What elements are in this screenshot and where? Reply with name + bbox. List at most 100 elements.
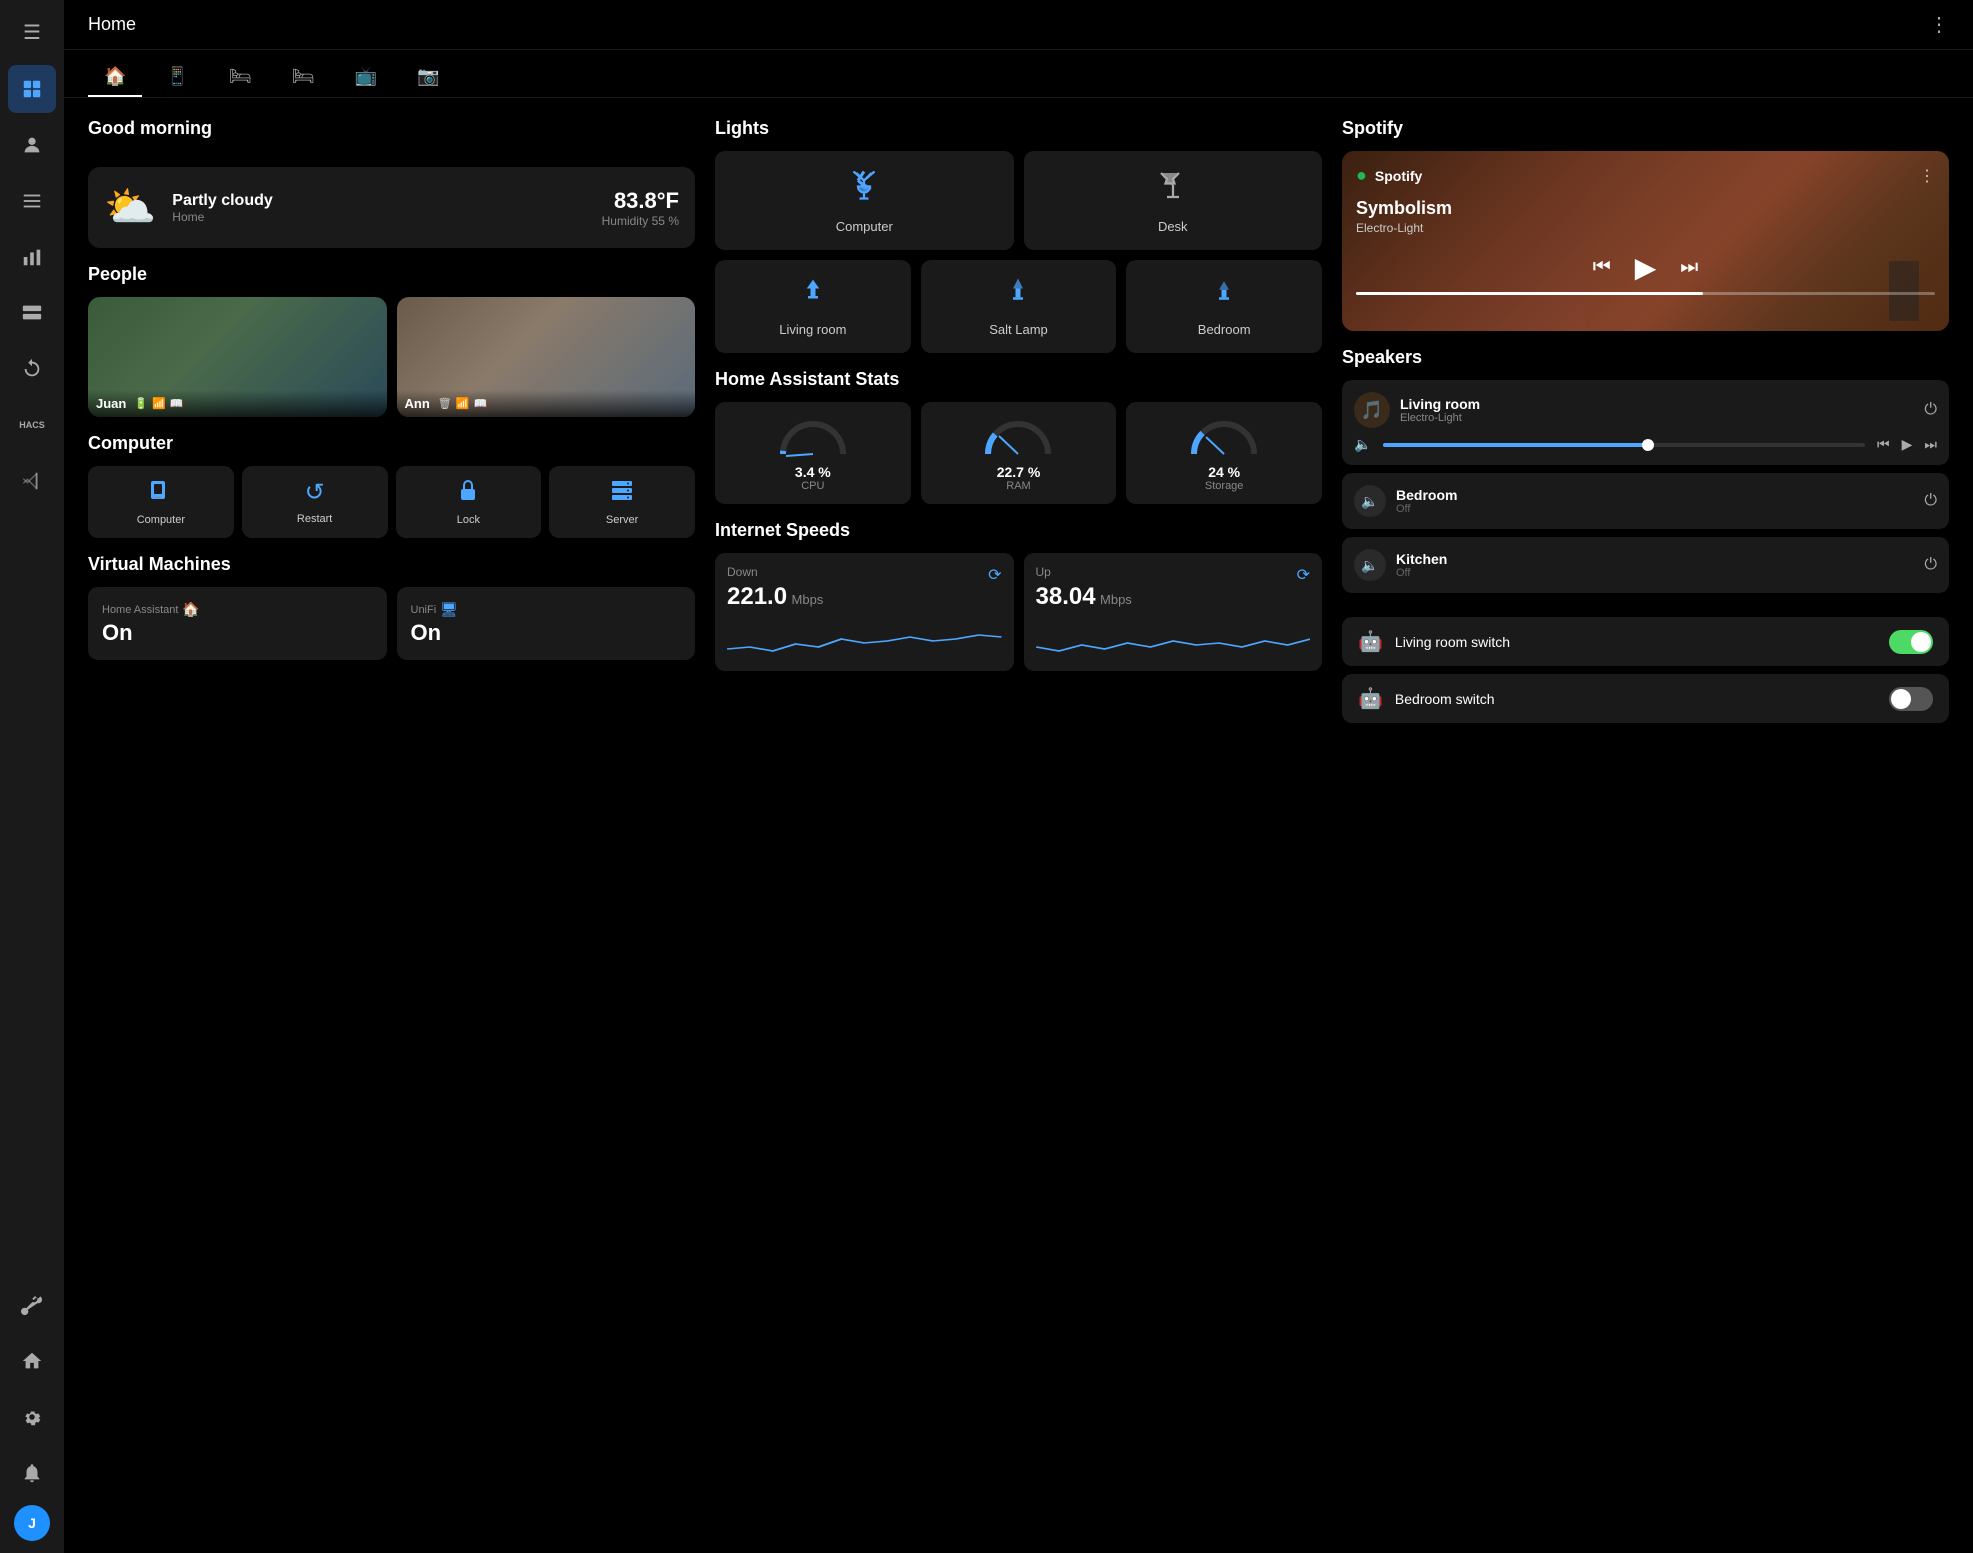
sidebar-item-settings[interactable]	[8, 1393, 56, 1441]
sidebar-item-refresh[interactable]	[8, 345, 56, 393]
nav-tab-camera[interactable]: 📷	[401, 58, 455, 97]
light-btn-saltlamp[interactable]: Salt Lamp	[921, 260, 1117, 353]
person-ann[interactable]: Ann 🗑 📶 📖	[397, 297, 696, 417]
sidebar-item-dashboard[interactable]	[8, 65, 56, 113]
spotify-overlay: ● Spotify ⋮ Symbolism Electro-Light ⏮ ▶ …	[1342, 151, 1949, 331]
computer-btn-restart[interactable]: ↺ Restart	[242, 466, 388, 538]
vm-unifi-icon: 🖥	[440, 601, 458, 618]
column-3: Spotify ● Spotify ⋮ Symbolism	[1342, 118, 1949, 731]
speed-down-chart	[727, 619, 1002, 659]
sidebar-item-home[interactable]	[8, 1337, 56, 1385]
main-content: Home ⋮ 🏠 📱 🛏 🛏 📺 📷 Good morning ⛅ Partly…	[64, 0, 1973, 1553]
speaker-bed-info: Bedroom Off	[1396, 487, 1914, 515]
spotify-header: ● Spotify ⋮	[1356, 165, 1935, 186]
cpu-gauge	[773, 414, 853, 464]
speed-up-value-row: 38.04 Mbps	[1036, 583, 1311, 611]
spotify-artist-name: Electro-Light	[1356, 221, 1935, 235]
speaker-bed-name: Bedroom	[1396, 487, 1914, 503]
nav-tab-tv[interactable]: 📺	[339, 58, 393, 97]
speaker-lr-slider-thumb	[1642, 439, 1654, 451]
sidebar-item-hacs[interactable]: HACS	[8, 401, 56, 449]
sidebar-item-wrench[interactable]	[8, 1281, 56, 1329]
speaker-lr-volume-fill	[1383, 443, 1648, 447]
weather-condition: Partly cloudy	[172, 192, 585, 210]
vm-unifi[interactable]: UniFi 🖥 On	[397, 587, 696, 660]
light-btn-desk[interactable]: Desk	[1024, 151, 1323, 250]
sidebar-item-person[interactable]	[8, 121, 56, 169]
switch-lr-toggle[interactable]	[1889, 630, 1933, 654]
column-1: Good morning ⛅ Partly cloudy Home 83.8°F…	[88, 118, 695, 731]
book-icon-ann: 📖	[473, 397, 487, 410]
cpu-label: CPU	[801, 480, 824, 492]
wifi-icon-ann: 📶	[456, 397, 470, 410]
computer-btn-computer[interactable]: Computer	[88, 466, 234, 538]
header: Home ⋮	[64, 0, 1973, 50]
speaker-bed-power-icon[interactable]: ⏻	[1924, 492, 1937, 510]
vm-ha-icon: 🏠	[182, 601, 199, 618]
switch-bed-toggle[interactable]	[1889, 687, 1933, 711]
light-living-label: Living room	[779, 322, 846, 337]
light-btn-bedroom[interactable]: Bedroom	[1126, 260, 1322, 353]
vm-ha-status: On	[102, 620, 373, 646]
up-speedometer-icon: ⟳	[1297, 565, 1310, 585]
cpu-value: 3.4 %	[795, 464, 831, 480]
speed-down-value: 221.0	[727, 583, 787, 610]
lights-section: Lights Com	[715, 118, 1322, 353]
page-title: Home	[88, 14, 136, 35]
vm-home-assistant[interactable]: Home Assistant 🏠 On	[88, 587, 387, 660]
speaker-lr-slider[interactable]	[1383, 443, 1865, 447]
header-more-icon[interactable]: ⋮	[1929, 12, 1949, 37]
vm-ha-name: Home Assistant 🏠	[102, 601, 373, 618]
spotify-play-icon[interactable]: ▶	[1635, 251, 1657, 284]
storage-label: Storage	[1205, 480, 1244, 492]
sidebar-item-list[interactable]	[8, 177, 56, 225]
sidebar-item-vscode[interactable]	[8, 457, 56, 505]
computer-btn-server[interactable]: Server	[549, 466, 695, 538]
speaker-kitchen: 🔈 Kitchen Off ⏻	[1342, 537, 1949, 593]
nav-tab-bed1[interactable]: 🛏	[213, 58, 268, 97]
sidebar-item-notifications[interactable]	[8, 1449, 56, 1497]
speaker-lr-prev-icon[interactable]: ⏮	[1877, 436, 1890, 453]
speaker-kitchen-power-icon[interactable]: ⏻	[1924, 556, 1937, 574]
menu-icon[interactable]: ☰	[15, 12, 49, 53]
internet-section: Internet Speeds Down ⟳ 221.0 Mbps	[715, 520, 1322, 671]
sidebar-item-chart[interactable]	[8, 233, 56, 281]
sidebar: ☰ HACS J	[0, 0, 64, 1553]
sidebar-avatar[interactable]: J	[14, 1505, 50, 1541]
speed-down-unit: Mbps	[792, 592, 824, 607]
lock-icon	[456, 478, 480, 508]
lights-row2: Living room Salt Lamp	[715, 260, 1322, 353]
speaker-lr-next-icon[interactable]: ⏭	[1924, 436, 1937, 453]
computer-btn-computer-label: Computer	[137, 514, 185, 526]
light-bedroom-label: Bedroom	[1198, 322, 1251, 337]
spotify-progress-fill	[1356, 292, 1703, 295]
down-speedometer-icon: ⟳	[988, 565, 1001, 585]
spotify-more-icon[interactable]: ⋮	[1919, 166, 1935, 186]
computer-btn-lock[interactable]: Lock	[396, 466, 542, 538]
nav-tab-bed2[interactable]: 🛏	[276, 58, 331, 97]
speaker-lr-avatar: 🎵	[1354, 392, 1390, 428]
trash-icon: 🗑	[438, 397, 452, 410]
spotify-controls: ⏮ ▶ ⏭	[1356, 251, 1935, 284]
vm-section: Virtual Machines Home Assistant 🏠 On Uni…	[88, 554, 695, 660]
spotify-next-icon[interactable]: ⏭	[1680, 256, 1698, 279]
computer-device-icon	[149, 478, 173, 508]
spotify-track-name: Symbolism	[1356, 198, 1935, 219]
speaker-lr-header: 🎵 Living room Electro-Light ⏻	[1354, 392, 1937, 428]
person-juan[interactable]: Juan 🔋 📶 📖	[88, 297, 387, 417]
light-btn-computer[interactable]: Computer	[715, 151, 1014, 250]
nav-tab-mobile[interactable]: 📱	[150, 58, 204, 97]
vm-unifi-status: On	[411, 620, 682, 646]
sidebar-bottom: J	[8, 1281, 56, 1541]
light-btn-livingroom[interactable]: Living room	[715, 260, 911, 353]
light-desk-label: Desk	[1158, 219, 1188, 234]
speaker-kitchen-info: Kitchen Off	[1396, 551, 1914, 579]
nav-tab-home[interactable]: 🏠	[88, 58, 142, 97]
spotify-prev-icon[interactable]: ⏮	[1593, 256, 1611, 279]
server-icon	[610, 478, 634, 508]
speaker-lr-power-icon[interactable]: ⏻	[1924, 401, 1937, 419]
speaker-lr-name: Living room	[1400, 396, 1914, 412]
speaker-kitchen-avatar: 🔈	[1354, 549, 1386, 581]
sidebar-item-server[interactable]	[8, 289, 56, 337]
speaker-lr-play-icon[interactable]: ▶	[1902, 436, 1913, 453]
